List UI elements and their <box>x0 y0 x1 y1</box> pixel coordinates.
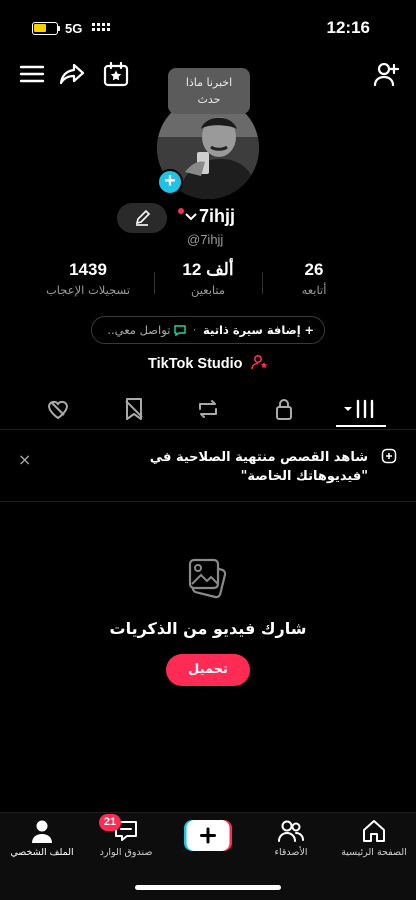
nav-friends-label: الأصدقاء <box>274 847 308 858</box>
battery-icon <box>32 22 58 35</box>
studio-label: TikTok Studio <box>148 356 243 372</box>
home-icon <box>363 820 385 842</box>
chevron-down-icon <box>185 213 197 221</box>
upload-button[interactable]: تحميل <box>166 654 250 686</box>
friends-icon <box>278 820 304 842</box>
expired-stories-notice: شاهد القصص منتهية الصلاحية في "فيديوهاتك… <box>149 450 368 484</box>
nav-inbox[interactable]: صندوق الوارد <box>84 818 168 858</box>
network-label: 5G <box>65 21 83 36</box>
add-bio-label: إضافة سيرة ذاتية <box>203 323 301 337</box>
favorites-tab-bookmark-icon[interactable] <box>114 395 154 423</box>
tiktok-studio-link[interactable]: TikTok Studio <box>148 354 269 372</box>
stat-following-label: أتابعه <box>301 283 327 297</box>
signal-icon <box>92 23 110 31</box>
nav-profile[interactable]: الملف الشخصي <box>0 818 84 858</box>
stat-likes-label: تسجيلات الإعجاب <box>45 283 131 297</box>
person-star-icon <box>250 354 267 370</box>
photos-icon <box>188 558 227 599</box>
active-tab-indicator <box>336 425 386 427</box>
add-person-icon[interactable] <box>372 60 400 88</box>
reposts-tab-repost-icon[interactable] <box>188 395 228 423</box>
stat-followers[interactable]: 12 ألف متابعين <box>148 260 268 297</box>
nav-profile-label: الملف الشخصي <box>10 847 74 858</box>
profile-icon <box>32 820 52 843</box>
tabs-divider <box>0 429 416 430</box>
stat-likes-value: 1439 <box>69 260 107 279</box>
nav-friends[interactable]: الأصدقاء <box>249 818 333 858</box>
private-tab-lock-icon[interactable] <box>264 395 304 423</box>
plus-icon: + <box>304 323 314 337</box>
stat-followers-value: 12 ألف <box>182 260 234 279</box>
stat-following-value: 26 <box>304 260 324 279</box>
tooltip-line-2: حدث <box>197 93 221 106</box>
chat-bubble-icon <box>170 323 186 337</box>
calendar-star-icon[interactable] <box>102 60 130 88</box>
nav-home[interactable]: الصفحة الرئيسية <box>332 818 416 858</box>
tooltip: اخبرنا ماذا حدث <box>168 68 250 114</box>
battery-level <box>34 24 46 32</box>
nav-inbox-label: صندوق الوارد <box>99 847 153 858</box>
hamburger-menu-icon[interactable] <box>18 60 46 88</box>
empty-state-title: شارك فيديو من الذكريات <box>109 619 307 638</box>
nav-home-label: الصفحة الرئيسية <box>341 847 407 858</box>
tooltip-line-1: اخبرنا ماذا <box>185 76 233 89</box>
stat-followers-label: متابعين <box>190 283 226 297</box>
user-handle: @7ihjj <box>187 232 224 247</box>
videos-tab-grid-icon[interactable] <box>340 395 380 423</box>
share-arrow-icon[interactable] <box>58 60 86 88</box>
bio-separator: · <box>192 323 197 337</box>
contact-label: تواصل معي.. <box>107 323 171 337</box>
status-time: 12:16 <box>326 18 370 37</box>
close-notice-button[interactable]: × <box>18 450 31 469</box>
add-story-button[interactable]: + <box>157 169 183 195</box>
add-bio-button[interactable]: + إضافة سيرة ذاتية · تواصل معي.. <box>91 316 325 344</box>
home-indicator[interactable] <box>135 885 281 890</box>
create-plus-button[interactable] <box>184 820 232 851</box>
add-square-icon <box>381 448 397 464</box>
stat-likes[interactable]: 1439 تسجيلات الإعجاب <box>28 260 148 297</box>
pencil-icon <box>135 209 151 226</box>
battery-tip <box>58 26 60 31</box>
stat-following[interactable]: 26 أتابعه <box>254 260 374 297</box>
username: 7ihjj <box>199 206 236 226</box>
inbox-badge: 21 <box>99 814 121 831</box>
liked-tab-heart-icon[interactable] <box>38 395 78 423</box>
edit-profile-button[interactable] <box>117 203 167 233</box>
live-dot <box>178 208 184 214</box>
username-switcher[interactable]: 7ihjj <box>185 206 235 227</box>
notice-divider <box>0 501 416 502</box>
